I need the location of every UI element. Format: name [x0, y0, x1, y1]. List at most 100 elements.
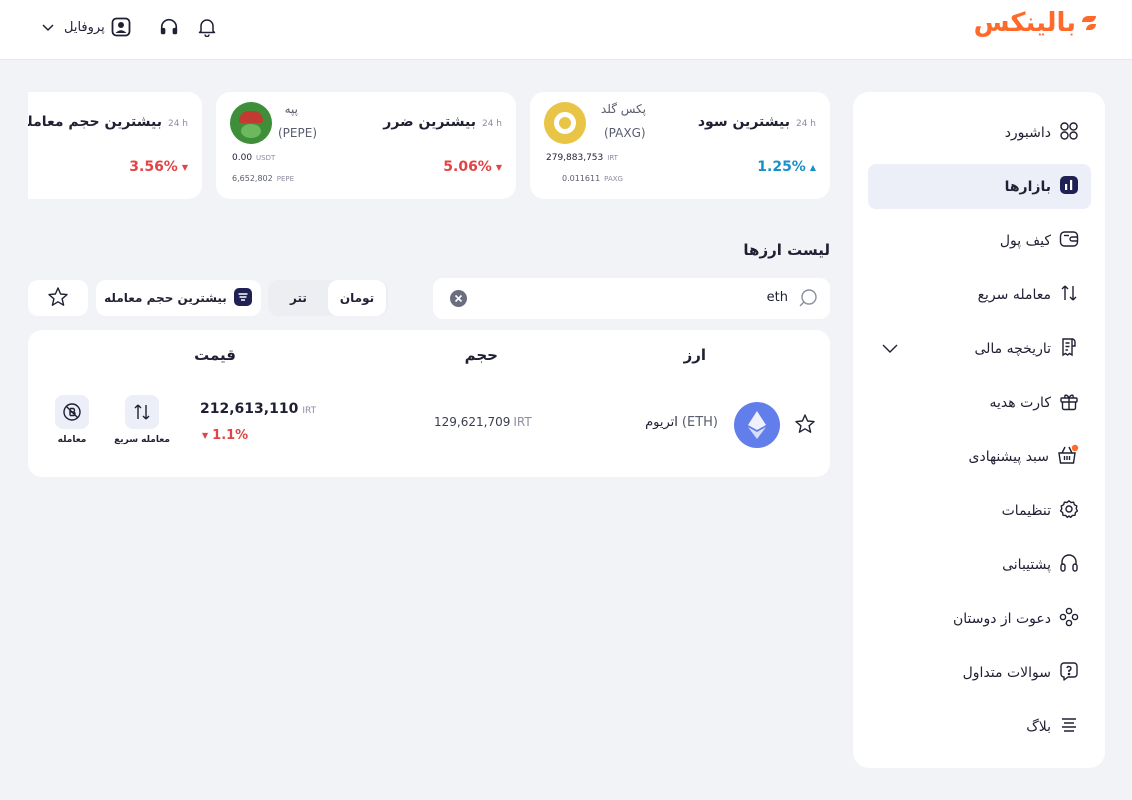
- card-header: بیشترین حجم معامله 24 h: [28, 114, 188, 130]
- chevron-down-icon[interactable]: [880, 339, 900, 363]
- sidebar-item-wallet[interactable]: کیف پول: [868, 218, 1091, 263]
- currency-toggle: تومان تتر: [268, 280, 388, 316]
- table-row[interactable]: اتریوم (ETH) 129,621,709 IRT 212,613,110…: [28, 390, 830, 460]
- price-unit: USDT: [256, 154, 276, 162]
- sort-label: بیشترین حجم معامله: [104, 291, 227, 305]
- sidebar: داشبورد بازارها کیف پول معامله سریع تاری…: [853, 92, 1105, 768]
- brand-logo[interactable]: بالینکس: [974, 8, 1096, 38]
- logo-mark-icon: [1082, 15, 1096, 31]
- toman-tab[interactable]: تومان: [328, 280, 386, 316]
- sort-dropdown[interactable]: بیشترین حجم معامله: [96, 280, 261, 316]
- sidebar-item-suggested-basket[interactable]: سبد پیشنهادی: [868, 434, 1091, 479]
- volume-unit: IRT: [513, 415, 532, 429]
- arrow-down-icon: ▼: [495, 162, 502, 172]
- arrow-up-icon: ▲: [809, 162, 816, 172]
- sidebar-item-label: تاریخچه مالی: [974, 340, 1051, 357]
- top-gainer-card[interactable]: بیشترین سود 24 h 1.25% ▲ پکس گلد (PAXG) …: [530, 92, 830, 199]
- search-icon: [798, 288, 818, 312]
- quick-trade-button[interactable]: [125, 395, 159, 429]
- coin-symbol: (PAXG): [604, 126, 646, 140]
- amount-unit: PEPE: [276, 175, 295, 183]
- logo-text: بالینکس: [973, 8, 1077, 38]
- trade-action[interactable]: معامله: [48, 395, 96, 445]
- sidebar-item-invite-friends[interactable]: دعوت از دوستان: [868, 596, 1091, 641]
- sidebar-item-label: کارت هدیه: [989, 394, 1051, 411]
- arrow-down-icon: ▼: [202, 431, 209, 440]
- card-period: 24 h: [795, 119, 816, 129]
- notification-bell-icon[interactable]: [197, 17, 217, 37]
- coin-price: 0.00 USDT: [232, 153, 275, 163]
- quick-trade-label: معامله سریع: [114, 435, 170, 445]
- card-change: 1.25% ▲: [757, 159, 816, 175]
- sidebar-item-label: دعوت از دوستان: [952, 610, 1051, 627]
- markets-table: ارز حجم قیمت اتریوم (ETH) 129,621,709 IR…: [28, 330, 830, 477]
- sidebar-item-label: بلاگ: [1026, 718, 1051, 735]
- sidebar-item-label: سوالات متداول: [962, 664, 1051, 681]
- question-icon: [1059, 661, 1079, 685]
- coin-amount: 0.011611 PAXG: [562, 174, 623, 183]
- card-title: بیشترین سود: [697, 114, 790, 130]
- top-volume-card-clip: بیشترین حجم معامله 24 h 3.56% ▼: [28, 92, 202, 199]
- gift-icon: [1059, 391, 1079, 415]
- paxg-coin-icon: [544, 102, 586, 144]
- tether-tab[interactable]: تتر: [290, 291, 307, 305]
- sidebar-item-gift-card[interactable]: کارت هدیه: [868, 380, 1091, 425]
- card-title: بیشترین حجم معامله: [28, 114, 162, 130]
- sidebar-item-dashboard[interactable]: داشبورد: [868, 110, 1091, 155]
- coin-column-header: ارز: [683, 346, 706, 364]
- sidebar-item-markets[interactable]: بازارها: [868, 164, 1091, 209]
- top-loser-card[interactable]: بیشترین ضرر 24 h 5.06% ▼ پپه (PEPE) 0.00…: [216, 92, 516, 199]
- sidebar-item-quick-trade[interactable]: معامله سریع: [868, 272, 1091, 317]
- volume-column-header: حجم: [464, 346, 498, 364]
- arrow-down-icon: ▼: [181, 162, 188, 172]
- sidebar-item-blog[interactable]: بلاگ: [868, 704, 1091, 749]
- sidebar-item-faq[interactable]: سوالات متداول: [868, 650, 1091, 695]
- card-header: بیشترین ضرر 24 h: [383, 114, 502, 130]
- friends-icon: [1059, 607, 1079, 631]
- favorite-star-icon[interactable]: [794, 413, 816, 439]
- coin-symbol: (PEPE): [278, 126, 317, 140]
- sidebar-item-label: پشتیبانی: [1002, 556, 1051, 573]
- change-value: 1.1%: [212, 428, 249, 443]
- trade-button[interactable]: [55, 395, 89, 429]
- sidebar-item-support[interactable]: پشتیبانی: [868, 542, 1091, 587]
- sort-filter-icon: [233, 287, 253, 310]
- clear-search-icon[interactable]: [450, 290, 467, 307]
- sidebar-item-settings[interactable]: تنظیمات: [868, 488, 1091, 533]
- sidebar-item-label: سبد پیشنهادی: [968, 448, 1050, 465]
- star-outline-icon: [47, 286, 69, 311]
- coin-symbol: (ETH): [681, 415, 718, 430]
- markets-chart-icon: [1059, 175, 1079, 199]
- ethereum-coin-icon: [734, 402, 780, 448]
- price-cell: 212,613,110 IRT: [200, 401, 316, 417]
- profile-dropdown-chevron-icon[interactable]: [38, 13, 58, 41]
- wallet-icon: [1059, 229, 1079, 253]
- coin-name: اتریوم: [645, 415, 678, 430]
- card-title: بیشترین ضرر: [383, 114, 476, 130]
- change-value: 3.56%: [129, 159, 178, 175]
- quick-trade-action[interactable]: معامله سریع: [112, 395, 172, 445]
- dashboard-grid-icon: [1059, 121, 1079, 145]
- sidebar-item-label: کیف پول: [999, 232, 1051, 249]
- profile-label[interactable]: پروفایل: [64, 20, 105, 35]
- sidebar-item-financial-history[interactable]: تاریخچه مالی: [868, 326, 1091, 371]
- blog-lines-icon: [1059, 715, 1079, 739]
- profile-avatar-icon[interactable]: [111, 17, 131, 37]
- search-box[interactable]: eth: [433, 278, 830, 319]
- price-value: 279,883,753: [546, 153, 604, 163]
- change-value: 5.06%: [443, 159, 492, 175]
- section-title: لیست ارزها: [743, 241, 830, 259]
- search-input[interactable]: eth: [767, 290, 788, 305]
- card-change: 5.06% ▼: [443, 159, 502, 175]
- amount-unit: PAXG: [604, 175, 623, 183]
- favorites-filter-button[interactable]: [28, 280, 88, 316]
- sidebar-item-label: معامله سریع: [977, 286, 1051, 303]
- basket-icon: [1057, 444, 1079, 470]
- sidebar-item-label: داشبورد: [1004, 124, 1051, 141]
- trade-label: معامله: [57, 435, 87, 445]
- support-headset-icon[interactable]: [159, 17, 179, 37]
- top-volume-card[interactable]: بیشترین حجم معامله 24 h 3.56% ▼: [28, 92, 202, 199]
- price-value: 212,613,110: [200, 401, 299, 417]
- volume-value: 129,621,709: [434, 415, 511, 429]
- pepe-coin-icon: [230, 102, 272, 144]
